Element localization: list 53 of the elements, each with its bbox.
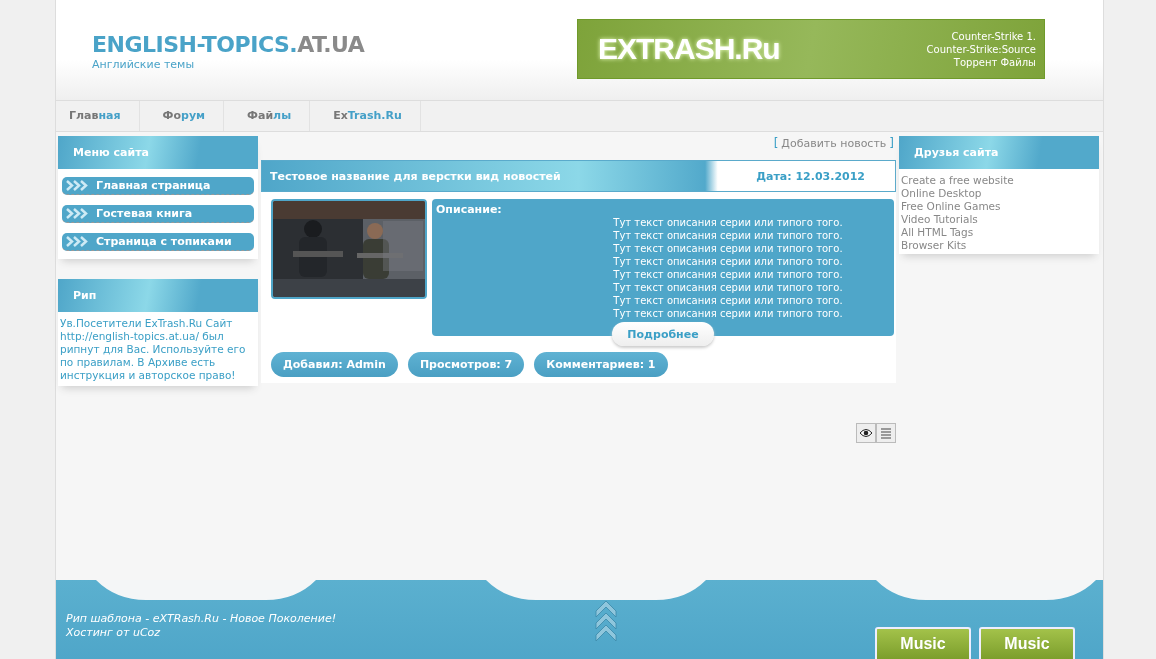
- description-line: Тут текст описания серии или типого того.: [612, 216, 844, 229]
- block-title: Друзья сайта: [899, 136, 1099, 171]
- menu-item[interactable]: Главная страница: [62, 177, 254, 195]
- description-line: Тут текст описания серии или типого того.: [612, 268, 844, 281]
- add-news-link[interactable]: Добавить новость: [781, 137, 887, 150]
- description-line: Тут текст описания серии или типого того.: [612, 229, 844, 242]
- list-icon: [880, 427, 892, 439]
- ad-banner[interactable]: EXTRASH.Ru Counter-Strike 1. Counter-Strike:Source Торрент Файлы: [577, 19, 1045, 79]
- logo-text: ENGLISH-TOPICS.: [92, 32, 298, 57]
- friend-link[interactable]: Create a free website: [901, 174, 1097, 187]
- description-line: Тут текст описания серии или типого того.: [612, 255, 844, 268]
- footer-text: Хостинг от uCoz: [66, 626, 162, 640]
- eye-icon: [859, 428, 873, 438]
- banner-line: Counter-Strike 1.: [951, 29, 1036, 43]
- tagline: Английские темы: [92, 58, 196, 71]
- news-title: Тестовое название для верстки вид новостей: [270, 169, 561, 183]
- banner-line: Counter-Strike:Source: [926, 42, 1036, 56]
- nav-link[interactable]: ExTrash.Ru: [324, 101, 421, 131]
- banner-line: Торрент Файлы: [953, 55, 1036, 69]
- news-date: Дата: 12.03.2012: [756, 169, 865, 183]
- nav-link[interactable]: Главная: [60, 101, 140, 131]
- logo-domain: AT.UA: [297, 32, 365, 57]
- description-line: Тут текст описания серии или типого того.: [612, 281, 844, 294]
- meta-pill: Комментариев: 1: [534, 352, 668, 377]
- friend-link[interactable]: Browser Kits: [901, 239, 1097, 252]
- nav-link[interactable]: Форум: [153, 101, 225, 131]
- friend-link[interactable]: Online Desktop: [901, 187, 1097, 200]
- friend-link[interactable]: Free Online Games: [901, 200, 1097, 213]
- block-text: Ув.Посетители ExTrash.Ru Сайт http://english-topics.at.ua/ был рипнут для Вас. Используйте его по правилам. В Архиве есть инструкция и авторское право!: [59, 316, 247, 383]
- nav-link[interactable]: Файлы: [238, 101, 311, 131]
- bracket: [: [773, 136, 779, 150]
- chevrons-icon: [66, 180, 90, 191]
- meta-pill: Просмотров: 7: [407, 352, 525, 377]
- description-line: Тут текст описания серии или типого того.: [612, 307, 844, 320]
- menu-item[interactable]: Страница с топиками: [62, 233, 254, 251]
- description-line: Тут текст описания серии или типого того.: [612, 294, 844, 307]
- chevrons-icon: [66, 236, 90, 247]
- meta-pill: Добавил: Admin: [271, 352, 398, 377]
- view-button[interactable]: [856, 423, 876, 443]
- menu-item[interactable]: Гостевая книга: [62, 205, 254, 223]
- description-line: Тут текст описания серии или типого того.: [612, 242, 844, 255]
- description-label: Описание:: [436, 203, 503, 216]
- block-title: Меню сайта: [58, 136, 258, 171]
- music-badge[interactable]: Music: [979, 627, 1075, 659]
- block-title: Рип: [58, 279, 258, 314]
- friend-link[interactable]: All HTML Tags: [901, 226, 1097, 239]
- chevrons-icon: [66, 208, 90, 219]
- banner-logo: EXTRASH.Ru: [598, 32, 780, 66]
- music-badge[interactable]: Music: [875, 627, 971, 659]
- more-button[interactable]: Подробнее: [612, 322, 714, 346]
- bracket: ]: [889, 136, 894, 150]
- footer-text: Рип шаблона - eXTRash.Ru - Новое Поколение!: [66, 612, 337, 626]
- friend-link[interactable]: Video Tutorials: [901, 213, 1097, 226]
